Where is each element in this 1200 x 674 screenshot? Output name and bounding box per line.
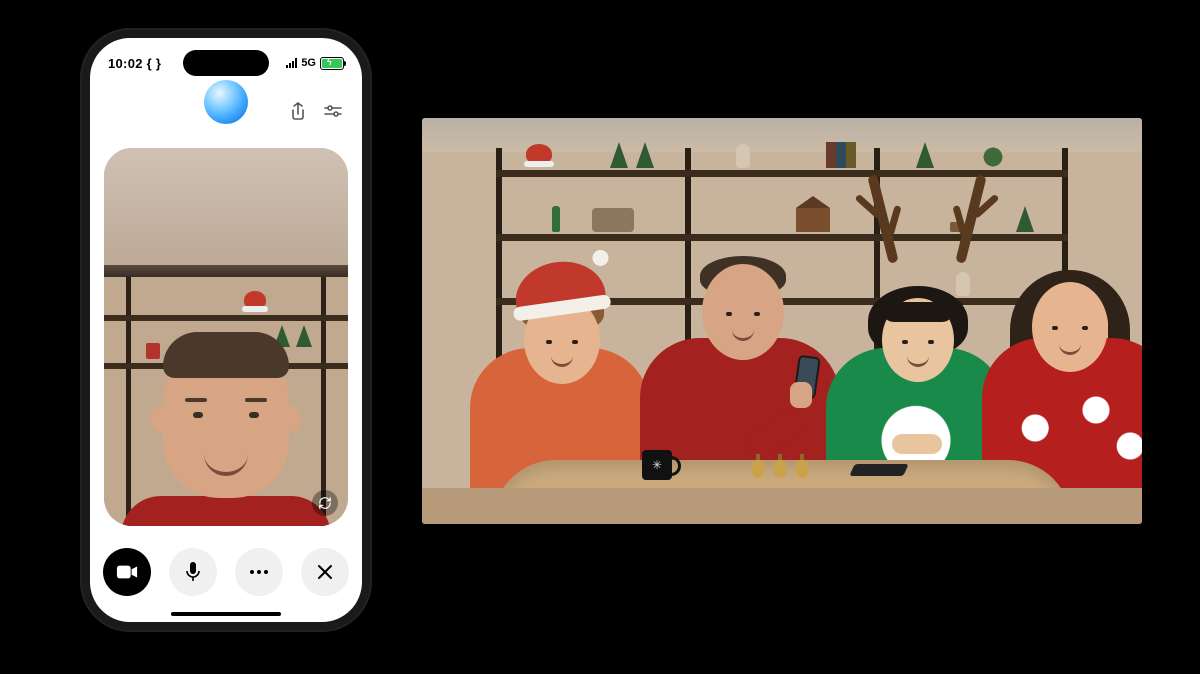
decor-bells bbox=[752, 460, 808, 478]
cellular-signal-icon bbox=[286, 58, 297, 68]
network-type-label: 5G bbox=[301, 57, 316, 69]
presentation-stage: 10:02 { } 5G ϟ bbox=[0, 0, 1200, 674]
scene-ceiling bbox=[104, 148, 348, 277]
shelf bbox=[104, 315, 348, 321]
antler-left bbox=[867, 174, 898, 264]
person-mouth bbox=[1059, 344, 1081, 355]
decor-radio bbox=[592, 208, 634, 232]
phone-screen: 10:02 { } 5G ϟ bbox=[90, 38, 362, 622]
person-hands bbox=[892, 434, 942, 454]
charging-bolt-icon: ϟ bbox=[327, 57, 332, 67]
person-mouth bbox=[907, 356, 929, 367]
decor-tree bbox=[610, 142, 628, 168]
santa-hat bbox=[511, 256, 607, 316]
coffee-mug: ✳ bbox=[642, 450, 672, 480]
person-eye bbox=[726, 312, 732, 316]
decor-vase bbox=[736, 144, 750, 168]
person-eye bbox=[902, 340, 908, 344]
decor-plant bbox=[982, 146, 1004, 168]
decor-gingerbread-house bbox=[796, 208, 830, 232]
home-indicator[interactable] bbox=[171, 612, 281, 616]
call-controls bbox=[90, 544, 362, 600]
decor-bottle bbox=[552, 206, 560, 232]
phone-device-frame: 10:02 { } 5G ϟ bbox=[82, 30, 370, 630]
person-head bbox=[702, 264, 784, 360]
person-eye bbox=[249, 412, 259, 418]
person-1 bbox=[470, 258, 650, 488]
share-icon[interactable] bbox=[290, 102, 306, 120]
sliders-icon[interactable] bbox=[324, 104, 342, 118]
studio-video-feed: ✳ bbox=[422, 118, 1142, 524]
person-brow bbox=[185, 398, 207, 402]
app-header bbox=[90, 82, 362, 140]
decor-santa-hat bbox=[244, 291, 266, 309]
person-eye bbox=[193, 412, 203, 418]
battery-icon: ϟ bbox=[320, 57, 344, 70]
person-eye bbox=[572, 340, 578, 344]
microphone-button[interactable] bbox=[169, 548, 217, 596]
decor-santa-hat bbox=[526, 144, 552, 164]
person-eye bbox=[928, 340, 934, 344]
dynamic-island bbox=[183, 50, 269, 76]
person-3 bbox=[826, 258, 1006, 488]
person-eye bbox=[1052, 326, 1058, 330]
status-right-cluster: 5G ϟ bbox=[286, 57, 344, 70]
person-4 bbox=[982, 248, 1142, 488]
camera-preview[interactable] bbox=[104, 148, 348, 526]
person-mouth bbox=[732, 330, 754, 341]
selfie-person bbox=[141, 326, 311, 526]
clock-suffix: { } bbox=[143, 56, 162, 71]
decor-tree bbox=[1016, 206, 1034, 232]
mug-logo: ✳ bbox=[642, 450, 672, 480]
status-time: 10:02 { } bbox=[108, 56, 161, 71]
more-options-button[interactable] bbox=[235, 548, 283, 596]
scene-floor bbox=[422, 488, 1142, 524]
decor-tree bbox=[916, 142, 934, 168]
person-mouth bbox=[551, 356, 573, 367]
clock-time: 10:02 bbox=[108, 56, 143, 71]
person-eye bbox=[546, 340, 552, 344]
decor-books bbox=[826, 142, 856, 168]
person-brow bbox=[245, 398, 267, 402]
person-sweater bbox=[121, 496, 331, 526]
person-hair bbox=[163, 332, 289, 378]
person-eye bbox=[1082, 326, 1088, 330]
video-button[interactable] bbox=[103, 548, 151, 596]
person-head bbox=[1032, 282, 1108, 372]
decor-tree bbox=[636, 142, 654, 168]
close-button[interactable] bbox=[301, 548, 349, 596]
person-eye bbox=[754, 312, 760, 316]
phone-on-table bbox=[849, 464, 908, 476]
person-hand bbox=[790, 382, 812, 408]
person-bangs bbox=[882, 302, 954, 322]
flip-camera-button[interactable] bbox=[312, 490, 338, 516]
